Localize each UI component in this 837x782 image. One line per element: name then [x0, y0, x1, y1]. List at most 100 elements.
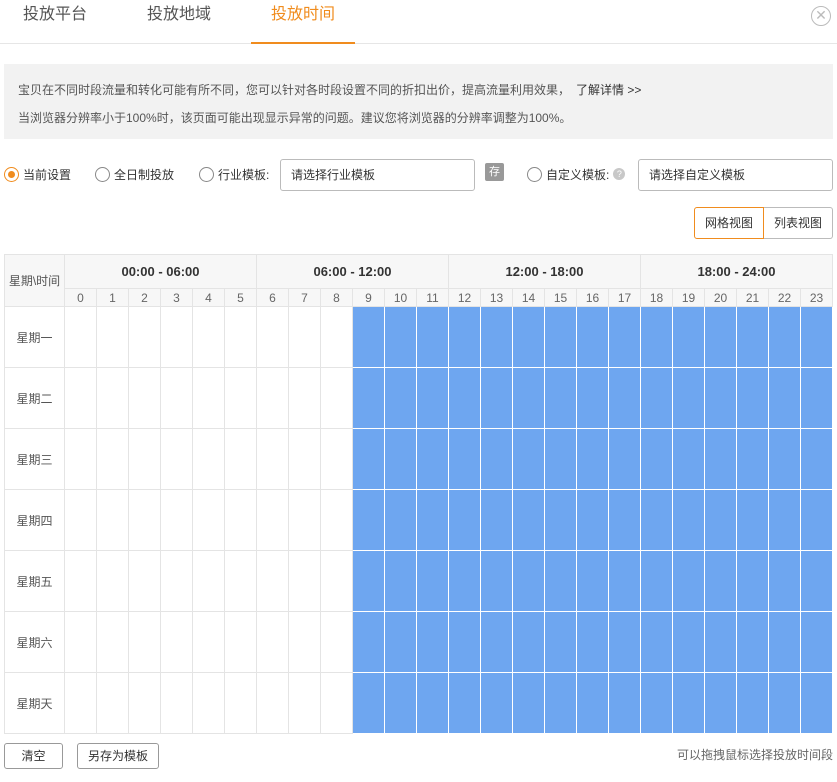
- help-icon[interactable]: ?: [613, 168, 626, 180]
- grid-view-button[interactable]: 网格视图: [694, 207, 765, 239]
- time-slot[interactable]: [128, 672, 161, 734]
- time-slot[interactable]: [96, 550, 129, 612]
- time-slot[interactable]: [256, 489, 289, 551]
- time-slot-active[interactable]: [736, 550, 769, 612]
- time-slot-active[interactable]: [768, 489, 801, 551]
- time-slot[interactable]: [128, 306, 161, 368]
- time-slot-active[interactable]: [736, 428, 769, 490]
- time-slot-active[interactable]: [608, 428, 641, 490]
- tab-region[interactable]: 投放地域: [147, 0, 211, 44]
- time-slot-active[interactable]: [800, 672, 833, 734]
- time-slot-active[interactable]: [768, 306, 801, 368]
- time-slot-active[interactable]: [704, 672, 737, 734]
- time-slot[interactable]: [224, 611, 257, 673]
- time-slot-active[interactable]: [352, 672, 385, 734]
- time-slot-active[interactable]: [384, 367, 417, 429]
- time-slot-active[interactable]: [384, 489, 417, 551]
- time-slot[interactable]: [288, 367, 321, 429]
- time-slot[interactable]: [256, 611, 289, 673]
- time-slot[interactable]: [288, 489, 321, 551]
- time-slot[interactable]: [96, 306, 129, 368]
- time-slot-active[interactable]: [640, 367, 673, 429]
- time-slot[interactable]: [320, 367, 353, 429]
- time-slot[interactable]: [224, 550, 257, 612]
- time-slot[interactable]: [288, 672, 321, 734]
- time-slot-active[interactable]: [512, 672, 545, 734]
- time-slot-active[interactable]: [480, 672, 513, 734]
- time-slot-active[interactable]: [768, 611, 801, 673]
- time-slot[interactable]: [64, 489, 97, 551]
- time-slot-active[interactable]: [608, 306, 641, 368]
- time-slot[interactable]: [192, 367, 225, 429]
- time-slot-active[interactable]: [704, 306, 737, 368]
- time-slot-active[interactable]: [480, 550, 513, 612]
- time-slot-active[interactable]: [640, 550, 673, 612]
- time-slot-active[interactable]: [672, 550, 705, 612]
- time-slot-active[interactable]: [448, 489, 481, 551]
- time-slot-active[interactable]: [800, 489, 833, 551]
- time-slot-active[interactable]: [800, 428, 833, 490]
- time-slot-active[interactable]: [768, 428, 801, 490]
- radio-custom-template[interactable]: 自定义模板: ?: [527, 165, 626, 183]
- time-slot-active[interactable]: [640, 489, 673, 551]
- time-slot[interactable]: [128, 428, 161, 490]
- time-slot-active[interactable]: [544, 306, 577, 368]
- time-slot-active[interactable]: [512, 611, 545, 673]
- time-slot-active[interactable]: [448, 611, 481, 673]
- time-slot[interactable]: [192, 306, 225, 368]
- time-slot[interactable]: [192, 611, 225, 673]
- time-slot-active[interactable]: [544, 367, 577, 429]
- time-slot-active[interactable]: [576, 306, 609, 368]
- time-slot-active[interactable]: [608, 367, 641, 429]
- time-slot-active[interactable]: [640, 672, 673, 734]
- time-slot-active[interactable]: [640, 428, 673, 490]
- time-slot[interactable]: [256, 428, 289, 490]
- time-slot-active[interactable]: [544, 550, 577, 612]
- time-slot[interactable]: [288, 611, 321, 673]
- time-slot-active[interactable]: [352, 489, 385, 551]
- time-slot[interactable]: [256, 367, 289, 429]
- time-slot[interactable]: [320, 550, 353, 612]
- time-slot-active[interactable]: [544, 428, 577, 490]
- time-slot-active[interactable]: [672, 367, 705, 429]
- time-slot-active[interactable]: [672, 611, 705, 673]
- time-slot[interactable]: [64, 428, 97, 490]
- time-slot[interactable]: [320, 428, 353, 490]
- time-slot[interactable]: [160, 611, 193, 673]
- industry-template-select[interactable]: 请选择行业模板: [280, 159, 475, 191]
- time-slot[interactable]: [224, 367, 257, 429]
- time-slot-active[interactable]: [480, 428, 513, 490]
- time-slot-active[interactable]: [384, 672, 417, 734]
- time-slot[interactable]: [64, 611, 97, 673]
- time-slot-active[interactable]: [608, 550, 641, 612]
- time-slot-active[interactable]: [416, 306, 449, 368]
- time-slot-active[interactable]: [416, 611, 449, 673]
- time-slot-active[interactable]: [640, 306, 673, 368]
- time-slot-active[interactable]: [384, 306, 417, 368]
- time-slot[interactable]: [192, 489, 225, 551]
- time-slot-active[interactable]: [704, 428, 737, 490]
- time-slot-active[interactable]: [576, 428, 609, 490]
- time-slot-active[interactable]: [416, 672, 449, 734]
- time-slot-active[interactable]: [352, 367, 385, 429]
- time-slot[interactable]: [320, 489, 353, 551]
- time-slot-active[interactable]: [480, 611, 513, 673]
- time-slot-active[interactable]: [544, 489, 577, 551]
- time-slot-active[interactable]: [800, 550, 833, 612]
- time-slot-active[interactable]: [800, 367, 833, 429]
- time-slot[interactable]: [224, 428, 257, 490]
- time-slot[interactable]: [160, 367, 193, 429]
- time-slot-active[interactable]: [448, 672, 481, 734]
- time-slot[interactable]: [96, 428, 129, 490]
- time-slot-active[interactable]: [736, 611, 769, 673]
- time-slot[interactable]: [96, 489, 129, 551]
- time-slot-active[interactable]: [544, 611, 577, 673]
- time-slot[interactable]: [288, 550, 321, 612]
- time-slot-active[interactable]: [736, 489, 769, 551]
- time-slot-active[interactable]: [384, 550, 417, 612]
- time-slot-active[interactable]: [480, 489, 513, 551]
- time-slot-active[interactable]: [416, 428, 449, 490]
- time-slot-active[interactable]: [512, 367, 545, 429]
- time-slot-active[interactable]: [512, 550, 545, 612]
- time-slot[interactable]: [96, 611, 129, 673]
